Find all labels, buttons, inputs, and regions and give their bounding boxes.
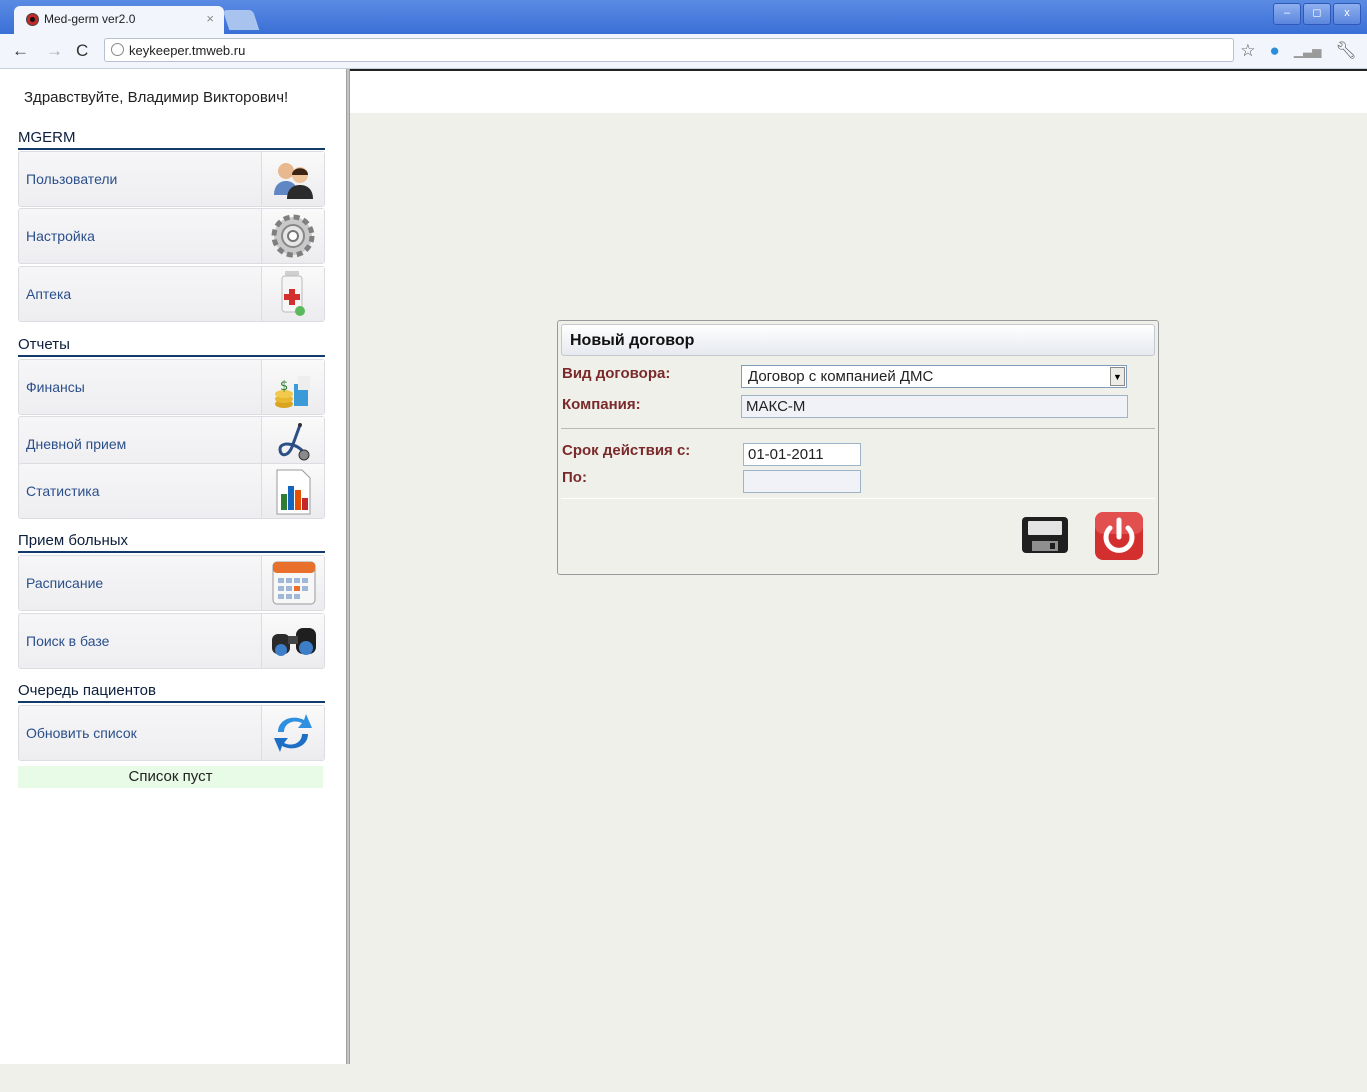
sidebar-item-label: Расписание	[26, 575, 104, 591]
sidebar-splitter[interactable]	[346, 69, 350, 1064]
minimize-button[interactable]: –	[1273, 3, 1301, 25]
queue-empty-message: Список пуст	[18, 766, 323, 788]
valid-from-field[interactable]: 01-01-2011	[743, 443, 861, 466]
sidebar-item-label: Аптека	[26, 286, 72, 302]
sidebar-item-database-search[interactable]: Поиск в базе	[18, 613, 325, 669]
sidebar-item-schedule[interactable]: Расписание	[18, 555, 325, 611]
bookmark-star-icon[interactable]: ☆	[1240, 41, 1255, 61]
reload-icon[interactable]: C	[76, 41, 88, 61]
contract-type-select[interactable]: Договор с компанией ДМС ▼	[741, 365, 1127, 388]
sidebar-item-settings[interactable]: Настройка	[18, 208, 325, 264]
chart-icon	[261, 464, 324, 518]
sidebar-item-label: Статистика	[26, 483, 100, 499]
dialog-title: Новый договор	[561, 324, 1155, 356]
contract-type-label: Вид договора:	[562, 365, 671, 382]
sidebar-item-label: Поиск в базе	[26, 633, 110, 649]
refresh-icon	[261, 706, 324, 760]
finance-icon: $	[261, 360, 324, 414]
valid-from-label: Срок действия с:	[562, 442, 691, 459]
close-dialog-button[interactable]	[1094, 511, 1144, 566]
section-title-patient-queue: Очередь пациентов	[18, 682, 325, 703]
signal-bars-icon[interactable]: ▁▃▅	[1294, 41, 1322, 61]
sidebar-item-label: Дневной прием	[26, 436, 127, 452]
window-controls: – ◻ x	[1273, 3, 1361, 25]
svg-text:$: $	[280, 379, 288, 394]
sidebar: Здравствуйте, Владимир Викторович! MGERM…	[0, 69, 346, 1064]
toolbar-extensions: ☆ ● ▁▃▅ 🔧︎	[1240, 41, 1357, 61]
chevron-down-icon[interactable]: ▼	[1110, 367, 1125, 386]
browser-tab[interactable]: Med-germ ver2.0 ×	[14, 6, 224, 34]
section-title-reports: Отчеты	[18, 336, 325, 357]
users-icon	[261, 152, 324, 206]
section-title-patient-reception: Прием больных	[18, 532, 325, 553]
power-icon	[1095, 512, 1143, 560]
company-label: Компания:	[562, 396, 641, 413]
sidebar-item-label: Обновить список	[26, 725, 137, 741]
sidebar-item-label: Финансы	[26, 379, 85, 395]
sidebar-item-label: Настройка	[26, 228, 95, 244]
new-tab-button[interactable]	[222, 10, 260, 30]
main-top-strip	[350, 69, 1367, 113]
contract-type-value: Договор с компанией ДМС	[748, 368, 934, 385]
pharmacy-icon	[261, 267, 324, 321]
section-title-mgerm: MGERM	[18, 129, 325, 150]
sidebar-item-refresh-list[interactable]: Обновить список	[18, 705, 325, 761]
sidebar-item-finance[interactable]: Финансы $	[18, 359, 325, 415]
wrench-icon[interactable]: 🔧︎	[1335, 41, 1357, 61]
save-button[interactable]	[1020, 513, 1070, 562]
sidebar-item-pharmacy[interactable]: Аптека	[18, 266, 325, 322]
site-favicon-icon	[26, 13, 39, 26]
browser-toolbar: ← → C keykeeper.tmweb.ru ☆ ● ▁▃▅ 🔧︎	[0, 34, 1367, 69]
binoculars-icon	[261, 614, 324, 668]
globe-icon	[111, 43, 124, 56]
new-contract-dialog: Новый договор Вид договора: Договор с ко…	[557, 320, 1159, 575]
back-arrow-icon[interactable]: ←	[12, 41, 29, 61]
company-field[interactable]: МАКС-М	[741, 395, 1128, 418]
url-text: keykeeper.tmweb.ru	[129, 43, 246, 58]
dialog-divider	[561, 428, 1155, 429]
greeting-text: Здравствуйте, Владимир Викторович!	[24, 89, 289, 106]
valid-to-label: По:	[562, 469, 587, 486]
skype-icon[interactable]: ●	[1269, 41, 1279, 61]
close-window-button[interactable]: x	[1333, 3, 1361, 25]
sidebar-item-users[interactable]: Пользователи	[18, 151, 325, 207]
address-bar[interactable]: keykeeper.tmweb.ru	[104, 38, 1234, 62]
calendar-icon	[261, 556, 324, 610]
tab-close-icon[interactable]: ×	[206, 11, 214, 26]
tab-title: Med-germ ver2.0	[44, 12, 136, 26]
browser-tab-strip: Med-germ ver2.0 × – ◻ x	[0, 0, 1367, 34]
gear-icon	[261, 209, 324, 263]
sidebar-item-label: Пользователи	[26, 171, 118, 187]
floppy-disk-icon	[1022, 517, 1068, 553]
forward-arrow-icon[interactable]: →	[46, 41, 63, 61]
sidebar-item-statistics[interactable]: Статистика	[18, 463, 325, 519]
dialog-footer-divider	[561, 498, 1155, 499]
maximize-button[interactable]: ◻	[1303, 3, 1331, 25]
valid-to-field[interactable]	[743, 470, 861, 493]
